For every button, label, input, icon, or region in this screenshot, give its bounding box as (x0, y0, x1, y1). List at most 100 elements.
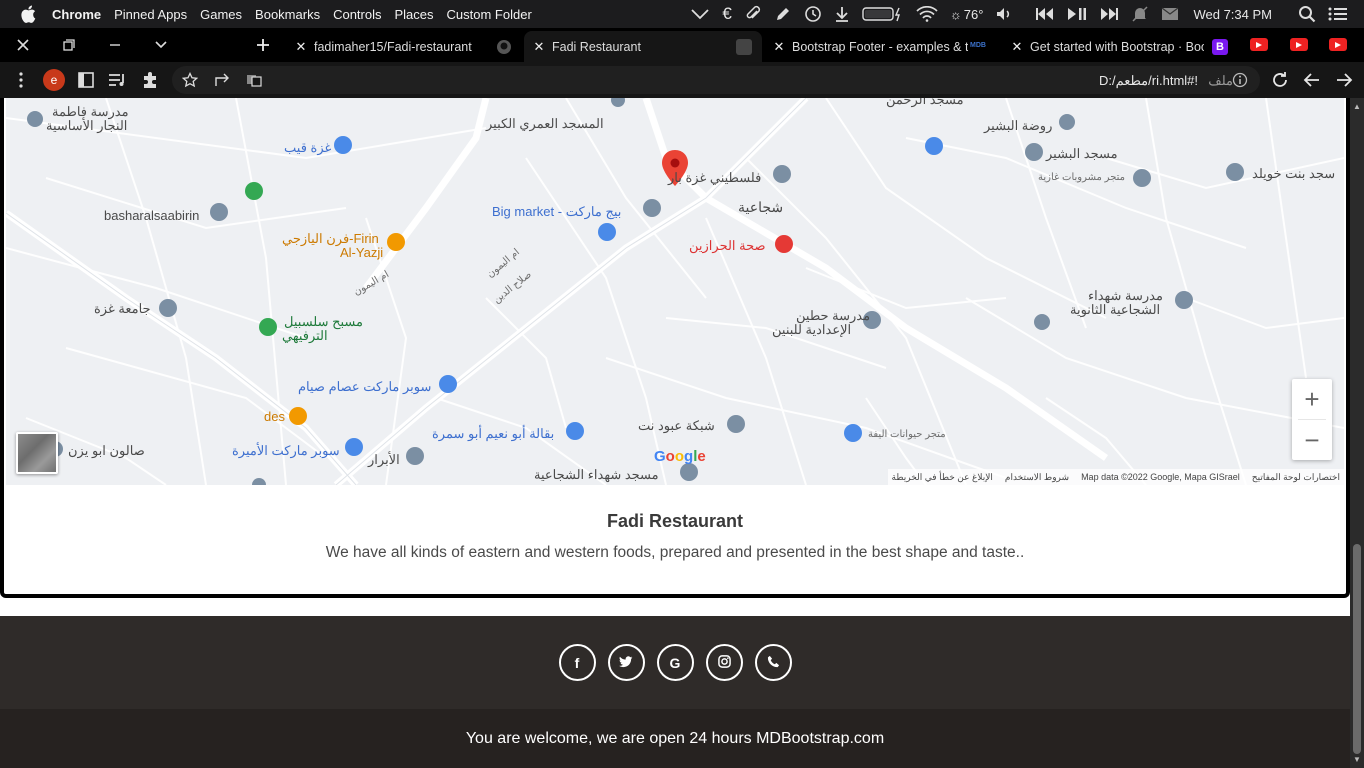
search-icon[interactable] (1298, 5, 1316, 23)
scrollbar-thumb[interactable] (1353, 544, 1361, 754)
google-icon: G (669, 654, 681, 671)
macos-menu-bar: Chrome Pinned Apps Games Bookmarks Contr… (0, 0, 1364, 28)
mail-icon[interactable] (1161, 7, 1179, 21)
battery-icon[interactable] (862, 6, 904, 22)
footer-copyright: You are welcome, we are open 24 hours MD… (0, 709, 1350, 768)
tab-bootstrap-footer[interactable]: ✕ Bootstrap Footer - examples & tu MDB (764, 31, 1000, 62)
menu-controls[interactable]: Controls (333, 7, 381, 22)
notifications-off-icon[interactable] (1131, 5, 1149, 23)
paperclip-icon[interactable] (744, 5, 762, 23)
mdb-icon: MDB (970, 42, 986, 49)
menu-custom-folder[interactable]: Custom Folder (447, 7, 532, 22)
youtube-tab-icon[interactable] (1329, 38, 1347, 51)
zoom-out-button[interactable]: − (1292, 420, 1332, 460)
pencil-icon[interactable] (774, 5, 792, 23)
report-map-error-link[interactable]: الإبلاغ عن خطأ في الخريطة (892, 472, 993, 483)
phone-button[interactable] (754, 644, 792, 681)
menu-kebab-icon[interactable] (11, 70, 31, 90)
tab-title: Bootstrap Footer - examples & tu (792, 39, 968, 54)
twitter-button[interactable] (607, 644, 645, 681)
wifi-icon[interactable] (916, 6, 938, 22)
map-label: روضة البشير (984, 118, 1053, 133)
history-icon[interactable] (804, 5, 822, 23)
weather-icon[interactable]: ☼ 76° (950, 7, 984, 22)
tab-fadi-restaurant[interactable]: ✕ Fadi Restaurant (524, 31, 762, 62)
extensions-puzzle-icon[interactable] (140, 70, 160, 90)
close-tab-icon[interactable]: ✕ (1010, 39, 1024, 55)
reload-icon[interactable] (1270, 70, 1290, 90)
menu-games[interactable]: Games (200, 7, 242, 22)
menu-pinned-apps[interactable]: Pinned Apps (114, 7, 187, 22)
keyboard-shortcuts-link[interactable]: اختصارات لوحة المفاتيح (1252, 472, 1340, 483)
play-pause-icon[interactable] (1067, 7, 1087, 21)
map-label: الترفيهي (282, 328, 328, 343)
tab-github[interactable]: ✕ fadimaher15/Fadi-restaurant (286, 31, 522, 62)
map-label: Big market - بيج ماركت (492, 204, 622, 219)
url-text[interactable]: D:/مطعم/ri.html#! (1099, 73, 1198, 89)
status-area: € ☼ 76° Wed 7:34 PM (678, 0, 1364, 28)
address-bar[interactable] (172, 66, 1260, 94)
map-label: الإعدادية للبنين (772, 322, 852, 337)
map-label: des (264, 409, 285, 424)
euro-icon[interactable]: € (722, 4, 731, 24)
zoom-control: + − (1292, 379, 1332, 460)
media-queue-icon[interactable] (107, 70, 127, 90)
tab-bootstrap-started[interactable]: ✕ Get started with Bootstrap · Boot B (1002, 31, 1238, 62)
forward-arrow-icon[interactable] (1334, 70, 1354, 90)
terms-link[interactable]: شروط الاستخدام (1005, 472, 1069, 483)
menu-app-name[interactable]: Chrome (52, 7, 101, 22)
translate-icon[interactable] (244, 70, 264, 90)
youtube-tab-icon[interactable] (1290, 38, 1308, 51)
tab-search-chevron-icon[interactable] (138, 28, 184, 62)
browser-toolbar: e D:/مطعم/ri.html#! ملف (0, 62, 1364, 98)
close-window-icon[interactable] (0, 28, 46, 62)
close-tab-icon[interactable]: ✕ (772, 39, 786, 55)
weather-temp: 76° (963, 6, 984, 22)
close-tab-icon[interactable]: ✕ (532, 39, 546, 55)
volume-icon[interactable] (995, 5, 1013, 23)
page-scrollbar[interactable]: ▲ ▼ (1350, 98, 1364, 768)
map-label: الأبرار (368, 452, 400, 467)
restore-window-icon[interactable] (46, 28, 92, 62)
clock[interactable]: Wed 7:34 PM (1193, 7, 1272, 22)
fast-forward-icon[interactable] (1099, 7, 1119, 21)
apple-icon[interactable] (18, 4, 38, 24)
menu-places[interactable]: Places (395, 7, 434, 22)
facebook-button[interactable]: f (558, 644, 596, 681)
map-label: سوبر ماركت عصام صيام (298, 379, 432, 394)
satellite-layer-toggle[interactable] (16, 432, 58, 474)
map-label: Al-Yazji (340, 245, 384, 260)
instagram-button[interactable] (705, 644, 743, 681)
tab-title: Get started with Bootstrap · Boot (1030, 39, 1204, 54)
google-map[interactable]: مدرسة فاطمة النجار الأساسية المسجد العمر… (6, 98, 1344, 485)
bookmark-star-icon[interactable] (180, 70, 200, 90)
close-tab-icon[interactable]: ✕ (294, 39, 308, 55)
map-label: مسجد البشير (1046, 146, 1118, 161)
rewind-icon[interactable] (1035, 7, 1055, 21)
google-button[interactable]: G (656, 644, 694, 681)
share-icon[interactable] (212, 70, 232, 90)
download-icon[interactable] (834, 5, 850, 23)
scroll-down-arrow-icon[interactable]: ▼ (1353, 755, 1361, 764)
page-icon (736, 39, 752, 55)
tab-title: Fadi Restaurant (552, 39, 641, 54)
minimize-window-icon[interactable] (92, 28, 138, 62)
zoom-in-button[interactable]: + (1292, 379, 1332, 419)
scroll-up-arrow-icon[interactable]: ▲ (1353, 102, 1361, 111)
sidebar-icon[interactable] (76, 70, 96, 90)
menu-bookmarks[interactable]: Bookmarks (255, 7, 320, 22)
site-info-icon[interactable] (1230, 70, 1250, 90)
facebook-icon: f (574, 654, 580, 671)
new-tab-icon[interactable] (240, 28, 286, 62)
control-center-icon[interactable] (1328, 6, 1348, 22)
twitter-icon (619, 655, 633, 671)
map-label: النجار الأساسية (46, 118, 128, 133)
restaurant-title: Fadi Restaurant (606, 511, 744, 531)
profile-avatar[interactable]: e (43, 69, 65, 91)
web-page: مدرسة فاطمة النجار الأساسية المسجد العمر… (0, 98, 1350, 768)
back-arrow-icon[interactable] (1302, 70, 1322, 90)
instagram-icon (717, 654, 731, 671)
map-label: صحة الحرازين (689, 238, 766, 253)
chevron-down-icon[interactable] (690, 8, 710, 20)
youtube-tab-icon[interactable] (1250, 38, 1268, 51)
